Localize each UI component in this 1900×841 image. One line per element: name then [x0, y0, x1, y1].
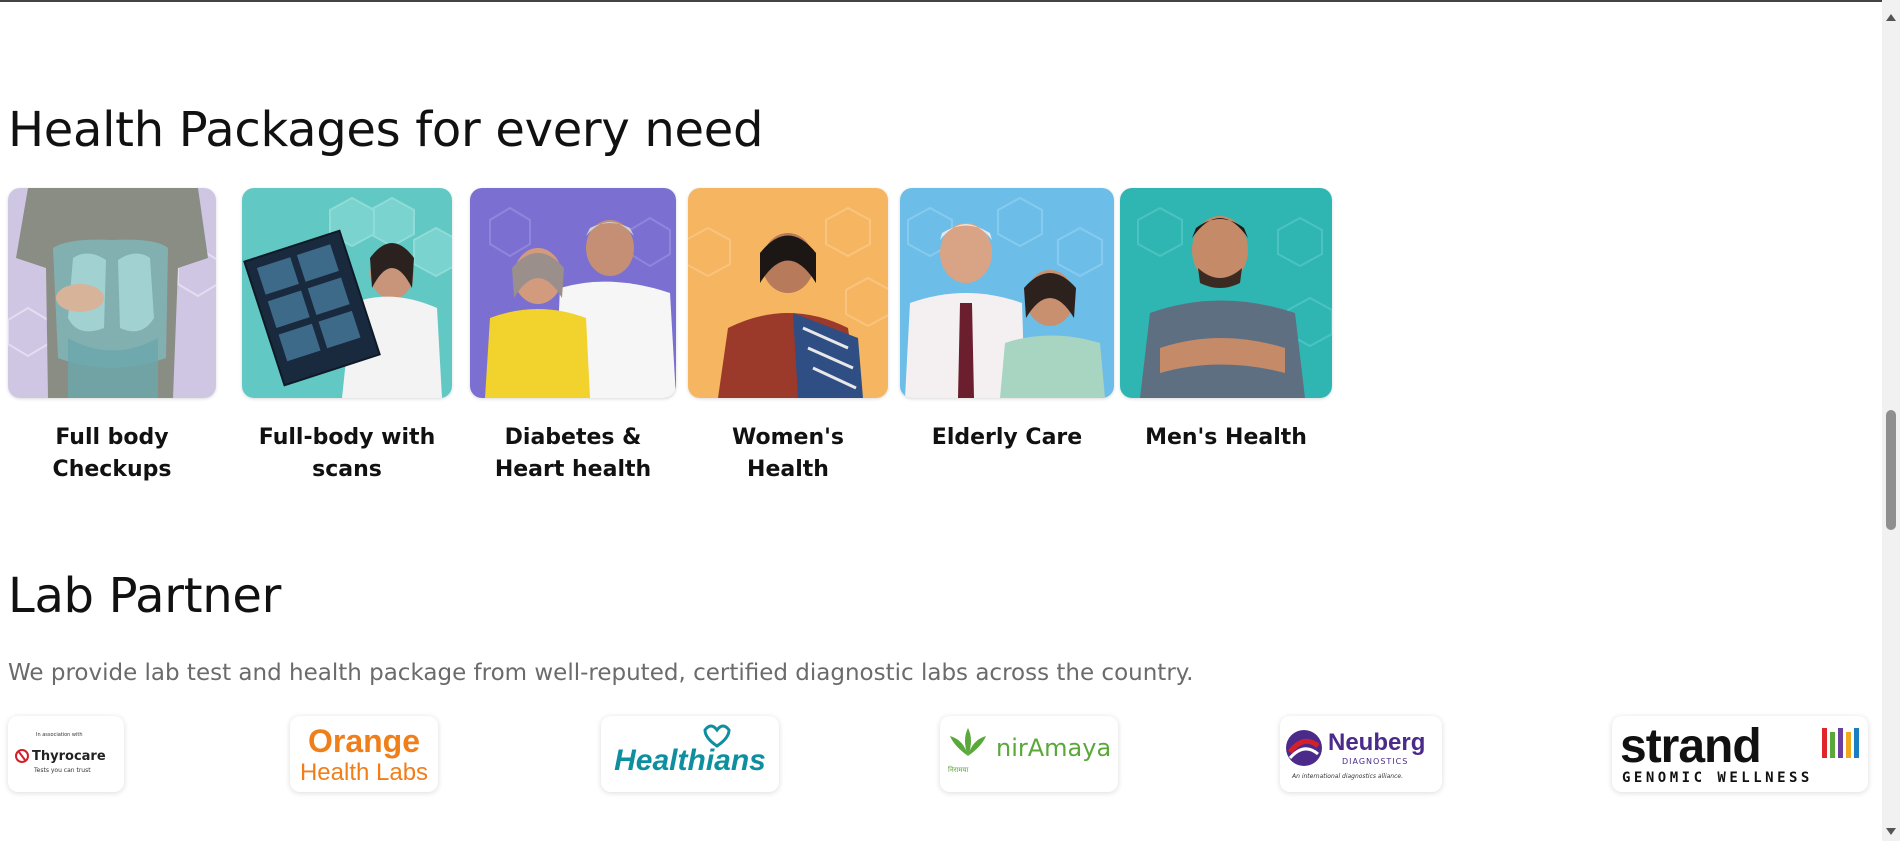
svg-text:An international diagnostics a: An international diagnostics alliance. [1291, 773, 1403, 780]
package-card-womens-health[interactable]: Women's Health [688, 188, 888, 486]
lab-logo-niramaya[interactable]: निरामया nirAmaya [940, 716, 1118, 792]
top-border [0, 0, 1882, 2]
health-packages-title: Health Packages for every need [8, 102, 764, 158]
package-card-full-body[interactable]: Full body Checkups [8, 188, 216, 486]
lab-partner-title: Lab Partner [8, 568, 282, 624]
torso-lungs-illustration-icon [8, 188, 216, 398]
lab-logo-neuberg[interactable]: Neuberg DIAGNOSTICS An international dia… [1280, 716, 1442, 792]
package-card-diabetes-heart[interactable]: Diabetes & Heart health [470, 188, 676, 486]
package-label: Diabetes & Heart health [494, 425, 652, 482]
svg-text:Thyrocare: Thyrocare [32, 749, 106, 764]
package-card-elderly-care[interactable]: Elderly Care [900, 188, 1114, 454]
scroll-up-icon[interactable] [1886, 14, 1896, 21]
scroll-down-icon[interactable] [1886, 828, 1896, 835]
vertical-scrollbar[interactable] [1882, 0, 1900, 841]
svg-text:Orange: Orange [308, 723, 420, 759]
svg-text:Health Labs: Health Labs [300, 759, 428, 786]
senior-couple-icon [470, 188, 676, 398]
lab-partner-logos: In association with Thyrocare Tests you … [8, 716, 1868, 796]
package-card-full-body-scans[interactable]: Full-body with scans [242, 188, 452, 486]
lab-logo-healthians[interactable]: Healthians [601, 716, 779, 792]
svg-text:nirAmaya: nirAmaya [996, 734, 1111, 762]
svg-text:Neuberg: Neuberg [1328, 729, 1425, 756]
package-label: Elderly Care [931, 425, 1083, 450]
orange-health-logo-icon: Orange Health Labs [300, 723, 428, 786]
svg-text:strand: strand [1620, 720, 1761, 773]
woman-in-saree-icon [688, 188, 888, 398]
strand-logo-icon: strand GENOMIC WELLNESS [1620, 720, 1859, 786]
lab-logo-orange-health[interactable]: Orange Health Labs [290, 716, 438, 792]
lab-partner-subtitle: We provide lab test and health package f… [8, 660, 1194, 686]
elderly-couple-icon [900, 188, 1114, 398]
lab-logo-thyrocare[interactable]: In association with Thyrocare Tests you … [8, 716, 124, 792]
health-packages-list: Full body Checkups Full-body with scans … [8, 188, 1348, 488]
young-man-arms-crossed-icon [1120, 188, 1332, 398]
package-card-mens-health[interactable]: Men's Health [1120, 188, 1332, 454]
lab-logo-strand[interactable]: strand GENOMIC WELLNESS [1612, 716, 1868, 792]
svg-text:GENOMIC WELLNESS: GENOMIC WELLNESS [1622, 770, 1813, 786]
package-label: Full-body with scans [258, 425, 436, 482]
svg-text:Tests you can trust: Tests you can trust [33, 767, 91, 774]
doctor-with-xray-icon [242, 188, 452, 398]
neuberg-logo-icon: Neuberg DIAGNOSTICS An international dia… [1286, 729, 1425, 780]
svg-text:In association with: In association with [36, 732, 83, 738]
svg-text:DIAGNOSTICS: DIAGNOSTICS [1342, 757, 1408, 766]
scroll-thumb[interactable] [1886, 410, 1896, 530]
svg-text:Healthians: Healthians [614, 744, 766, 777]
package-label: Women's Health [732, 425, 844, 482]
healthians-logo-icon: Healthians [614, 724, 766, 777]
package-label: Men's Health [1145, 425, 1307, 450]
svg-text:निरामया: निरामया [948, 765, 969, 774]
thyrocare-logo-icon: In association with Thyrocare Tests you … [15, 732, 106, 774]
package-label: Full body Checkups [52, 425, 172, 482]
niramaya-logo-icon: निरामया nirAmaya [948, 728, 1111, 774]
